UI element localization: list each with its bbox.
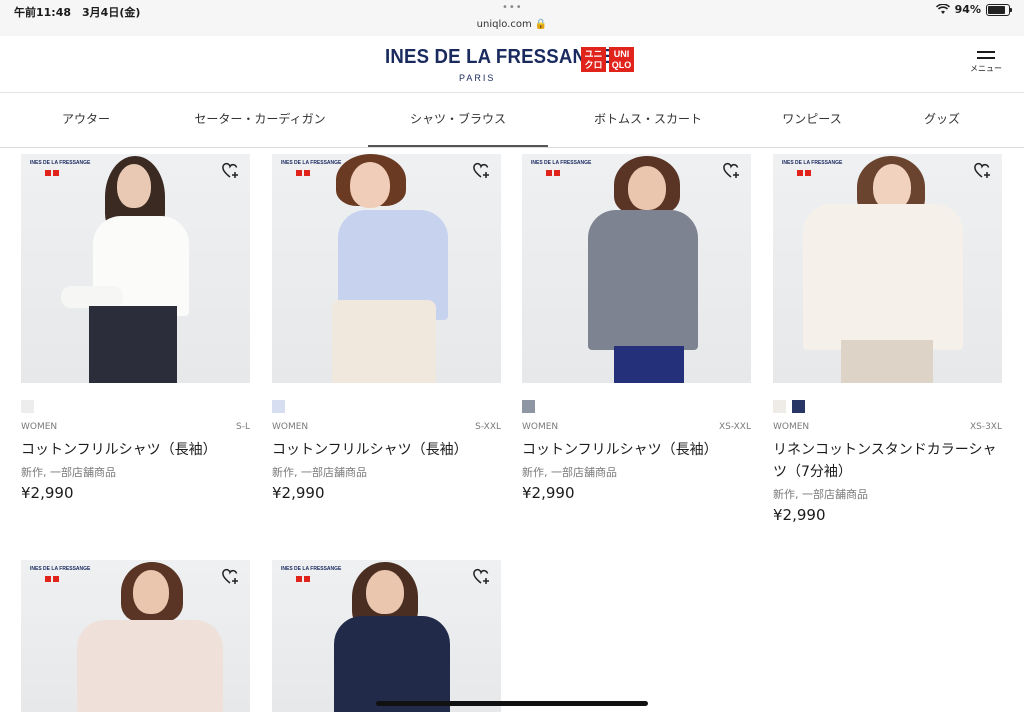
mini-brand: INES DE LA FRESSANGE [531, 160, 592, 166]
color-swatches [522, 400, 751, 414]
tab-onepiece[interactable]: ワンピース [760, 93, 864, 147]
url-label[interactable]: uniqlo.com 🔒 [0, 19, 1024, 30]
size-range: XS-XXL [718, 422, 751, 432]
add-favorite-icon[interactable] [974, 162, 992, 180]
uniqlo-mini-logo [797, 170, 811, 176]
color-swatch[interactable] [21, 400, 34, 413]
mini-brand: INES DE LA FRESSANGE [30, 566, 91, 572]
size-range: S-L [236, 422, 250, 432]
product-card[interactable]: INES DE LA FRESSANGE [21, 560, 250, 712]
product-image[interactable]: INES DE LA FRESSANGE [21, 154, 250, 383]
tab-bottoms-skirt[interactable]: ボトムス・スカート [568, 93, 728, 147]
color-swatch[interactable] [773, 400, 786, 413]
color-swatches [272, 400, 501, 414]
tab-sweater-cardigan[interactable]: セーター・カーディガン [172, 93, 348, 147]
product-price: ¥2,990 [21, 484, 74, 502]
uniqlo-mini-logo [45, 576, 59, 582]
gender-label: WOMEN [21, 422, 58, 432]
uniqlo-mini-logo [296, 170, 310, 176]
product-name[interactable]: コットンフリルシャツ（長袖） [272, 439, 501, 461]
color-swatches [773, 400, 1002, 414]
mini-brand: INES DE LA FRESSANGE [281, 160, 342, 166]
mini-brand: INES DE LA FRESSANGE [782, 160, 843, 166]
uniqlo-logo[interactable]: ユニ クロ UNI QLO [581, 47, 634, 72]
add-favorite-icon[interactable] [473, 568, 491, 586]
product-name[interactable]: コットンフリルシャツ（長袖） [522, 439, 751, 461]
uniqlo-mini-logo [45, 170, 59, 176]
tab-outer[interactable]: アウター [30, 93, 142, 147]
size-range: S-XXL [475, 422, 501, 432]
add-favorite-icon[interactable] [723, 162, 741, 180]
product-card[interactable]: INES DE LA FRESSANGE [272, 560, 501, 712]
uniqlo-logo-kana: ユニ クロ [581, 47, 606, 72]
product-image[interactable]: INES DE LA FRESSANGE [21, 560, 250, 712]
add-favorite-icon[interactable] [222, 568, 240, 586]
battery-icon [986, 3, 1012, 16]
gender-label: WOMEN [773, 422, 810, 432]
menu-label: メニュー [970, 64, 1002, 73]
menu-button[interactable]: メニュー [968, 51, 1004, 74]
product-note: 新作, 一部店舗商品 [21, 466, 116, 479]
product-note: 新作, 一部店舗商品 [522, 466, 617, 479]
mini-brand: INES DE LA FRESSANGE [281, 566, 342, 572]
product-image[interactable]: INES DE LA FRESSANGE [522, 154, 751, 383]
uniqlo-logo-latin: UNI QLO [609, 47, 634, 72]
category-nav: アウター セーター・カーディガン シャツ・ブラウス ボトムス・スカート ワンピー… [0, 93, 1024, 148]
status-bar: 午前11:48 3月4日(金) ••• uniqlo.com 🔒 94% [0, 0, 1024, 36]
product-image[interactable]: INES DE LA FRESSANGE [272, 154, 501, 383]
status-time: 午前11:48 3月4日(金) [14, 6, 141, 19]
mini-brand: INES DE LA FRESSANGE [30, 160, 91, 166]
wifi-icon [935, 4, 950, 14]
gender-label: WOMEN [272, 422, 309, 432]
color-swatches [21, 400, 250, 414]
gender-label: WOMEN [522, 422, 559, 432]
add-favorite-icon[interactable] [473, 162, 491, 180]
color-swatch[interactable] [522, 400, 535, 413]
site-header: INES DE LA FRESSANGE PARIS ユニ クロ UNI QLO… [0, 37, 1024, 93]
product-card[interactable]: INES DE LA FRESSANGE WOMEN XS-XXL コットンフリル… [522, 154, 751, 502]
size-range: XS-3XL [969, 422, 1002, 432]
product-image[interactable]: INES DE LA FRESSANGE [773, 154, 1002, 383]
more-dots-icon[interactable]: ••• [502, 2, 523, 13]
product-note: 新作, 一部店舗商品 [272, 466, 367, 479]
brand-sub: PARIS [459, 73, 496, 83]
tab-goods[interactable]: グッズ [890, 93, 994, 147]
uniqlo-mini-logo [296, 576, 310, 582]
product-price: ¥2,990 [272, 484, 325, 502]
product-price: ¥2,990 [773, 506, 826, 524]
uniqlo-mini-logo [546, 170, 560, 176]
tab-shirt-blouse[interactable]: シャツ・ブラウス [368, 93, 548, 147]
battery-percent: 94% [954, 3, 981, 16]
product-card[interactable]: INES DE LA FRESSANGE WOMEN S-L コットンフリルシャツ… [21, 154, 250, 502]
product-image[interactable]: INES DE LA FRESSANGE [272, 560, 501, 712]
add-favorite-icon[interactable] [222, 162, 240, 180]
product-name[interactable]: リネンコットンスタンドカラーシャツ（7分袖） [773, 439, 1002, 483]
color-swatch[interactable] [272, 400, 285, 413]
hamburger-icon [968, 51, 1004, 59]
home-indicator[interactable] [376, 701, 648, 706]
lock-icon: 🔒 [534, 19, 548, 30]
product-card[interactable]: INES DE LA FRESSANGE WOMEN XS-3XL リネンコットン… [773, 154, 1002, 524]
product-price: ¥2,990 [522, 484, 575, 502]
product-card[interactable]: INES DE LA FRESSANGE WOMEN S-XXL コットンフリルシ… [272, 154, 501, 502]
product-name[interactable]: コットンフリルシャツ（長袖） [21, 439, 250, 461]
color-swatch[interactable] [792, 400, 805, 413]
product-note: 新作, 一部店舗商品 [773, 488, 868, 501]
brand-name: INES DE LA FRESSANGE [385, 46, 614, 68]
